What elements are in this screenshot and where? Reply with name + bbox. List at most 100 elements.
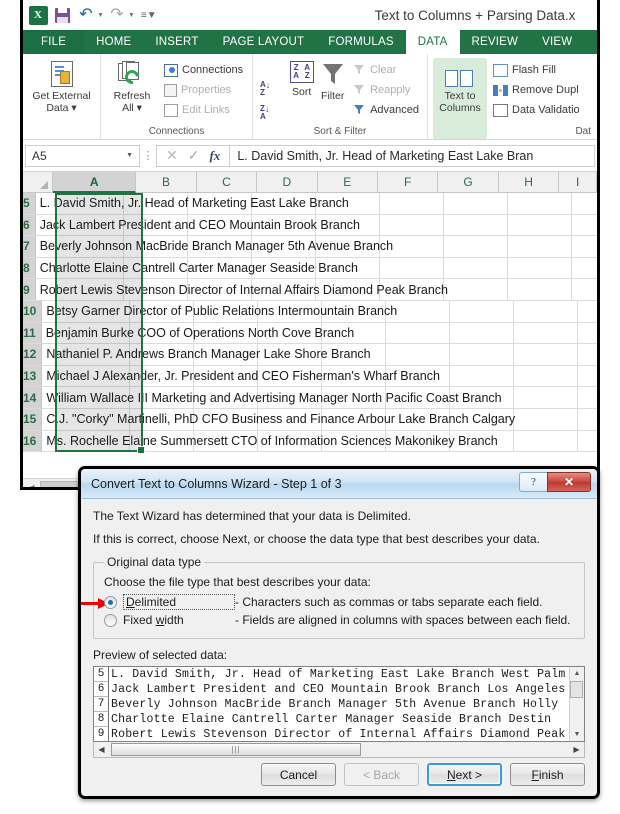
table-row[interactable]: 16 Ms. Rochelle Elaine Summersett CTO of … [23,430,597,453]
column-header-g[interactable]: G [438,172,499,193]
grid-cell[interactable] [450,300,515,322]
column-header-a[interactable]: A [53,172,137,193]
grid-cell[interactable] [572,258,597,279]
preview-hscroll-track[interactable]: ||| [109,742,569,757]
tab-formulas[interactable]: FORMULAS [316,30,406,54]
properties-button[interactable]: Properties [161,80,246,100]
grid-cell[interactable] [578,344,597,365]
grid-cell[interactable] [386,344,451,365]
grid-cell[interactable] [380,214,444,236]
flash-fill-button[interactable]: Flash Fill [490,60,583,80]
grid-cell[interactable] [514,322,578,344]
fixed-width-radio[interactable] [104,613,117,627]
preview-scroll-up-icon[interactable]: ▲ [574,667,581,680]
grid-cell[interactable] [578,387,597,408]
tab-page-layout[interactable]: PAGE LAYOUT [211,30,317,54]
table-row[interactable]: 14 William Wallace III Marketing and Adve… [23,387,597,409]
confirm-edit-icon[interactable]: ✓ [188,147,200,164]
grid-cell[interactable] [380,193,444,214]
tab-insert[interactable]: INSERT [143,30,210,54]
preview-scroll-left-icon[interactable]: ◀ [94,745,109,754]
grid-cell[interactable] [450,344,515,365]
row-header[interactable]: 10 [23,300,43,323]
grid-cell[interactable] [508,214,572,236]
grid-cell[interactable] [508,236,572,257]
formula-bar-menu-icon[interactable]: ⋮ [140,149,156,162]
grid-cell[interactable] [572,215,597,236]
quick-access-toolbar[interactable]: X ↶ ▼ ↷ ▼ ≡▼ [27,4,161,26]
advanced-filter-button[interactable]: Advanced [350,100,422,120]
grid-cell[interactable] [572,193,597,214]
tab-view[interactable]: VIEW [530,30,584,54]
column-header-e[interactable]: E [317,172,378,193]
next-button[interactable]: Next > [427,763,502,786]
table-row[interactable]: 11 Benjamin Burke COO of Operations North… [23,322,597,345]
grid-cell[interactable] [508,279,572,300]
data-validation-button[interactable]: Data Validatio [490,100,583,120]
cancel-edit-icon[interactable]: ✕ [166,147,178,164]
name-box[interactable]: A5 ▼ [25,144,140,167]
table-row[interactable]: 6 Jack Lambert President and CEO Mountain… [23,214,597,237]
tab-file[interactable]: FILE [23,30,85,54]
row-header[interactable]: 12 [23,344,43,366]
row-header[interactable]: 14 [23,387,43,409]
row-header[interactable]: 16 [23,430,43,453]
grid-cell[interactable] [514,387,579,408]
grid-cell[interactable] [578,409,597,430]
preview-horizontal-scrollbar[interactable]: ◀ ||| ▶ [93,742,585,758]
grid-cell[interactable] [508,193,572,214]
grid-cell[interactable] [508,257,572,279]
grid-cell[interactable] [386,322,450,344]
save-icon[interactable] [51,4,73,26]
reapply-button[interactable]: Reapply [350,80,422,100]
grid-cell[interactable] [514,365,579,387]
scroll-left-icon[interactable]: ◀ [23,483,40,487]
row-header[interactable]: 5 [23,193,36,215]
column-header-i[interactable]: I [559,172,597,193]
grid-cell[interactable] [514,430,579,452]
grid-cell[interactable] [444,279,508,300]
formula-input[interactable]: L. David Smith, Jr. Head of Marketing Ea… [229,144,595,167]
preview-vscroll-thumb[interactable] [570,681,583,698]
redo-dropdown-icon[interactable]: ▼ [128,12,135,19]
grid-cell[interactable] [450,322,514,344]
grid-cell[interactable] [578,323,597,344]
cancel-button[interactable]: Cancel [261,763,336,786]
table-row[interactable]: 7 Beverly Johnson MacBride Branch Manager… [23,236,597,258]
grid-cell[interactable] [450,365,515,387]
tab-review[interactable]: REVIEW [460,30,531,54]
grid-cell[interactable] [572,279,597,300]
grid-cell[interactable] [514,344,579,365]
preview-box[interactable]: 5 L. David Smith, Jr. Head of Marketing E… [93,666,585,742]
column-header-c[interactable]: C [196,172,258,193]
close-icon[interactable]: ✕ [547,472,591,492]
grid-cell[interactable] [380,257,444,279]
undo-icon[interactable]: ↶ [75,4,97,26]
table-row[interactable]: 5 L. David Smith, Jr. Head of Marketing E… [23,193,597,215]
preview-scroll-right-icon[interactable]: ▶ [569,745,584,754]
grid-cell[interactable] [578,431,597,452]
insert-function-icon[interactable]: fx [209,148,220,164]
tab-data[interactable]: DATA [405,30,460,54]
finish-button[interactable]: Finish [510,763,585,786]
row-header[interactable]: 11 [23,322,42,345]
text-to-columns-button[interactable]: Text to Columns [433,58,487,139]
get-external-data-button[interactable]: Get External Data ▾ [28,58,95,139]
row-header[interactable]: 9 [23,279,36,301]
grid-cell[interactable] [514,300,579,322]
grid-cell[interactable] [514,408,579,430]
grid-cell[interactable] [444,214,508,236]
grid-cell[interactable] [578,366,597,387]
grid-cell[interactable] [444,236,508,257]
sort-ascending-icon[interactable]: A ↓ Z [260,79,282,99]
table-row[interactable]: 9 Robert Lewis Stevenson Director of Inte… [23,279,597,301]
connections-button[interactable]: Connections [161,60,246,80]
back-button[interactable]: < Back [344,763,419,786]
edit-links-button[interactable]: Edit Links [161,100,246,120]
redo-icon[interactable]: ↷ [106,4,128,26]
column-header-d[interactable]: D [257,172,318,193]
help-icon[interactable]: ? [519,472,547,492]
grid-cell[interactable] [578,301,597,322]
preview-hscroll-thumb[interactable]: ||| [111,742,361,756]
table-row[interactable]: 8 Charlotte Elaine Cantrell Carter Manage… [23,257,597,280]
